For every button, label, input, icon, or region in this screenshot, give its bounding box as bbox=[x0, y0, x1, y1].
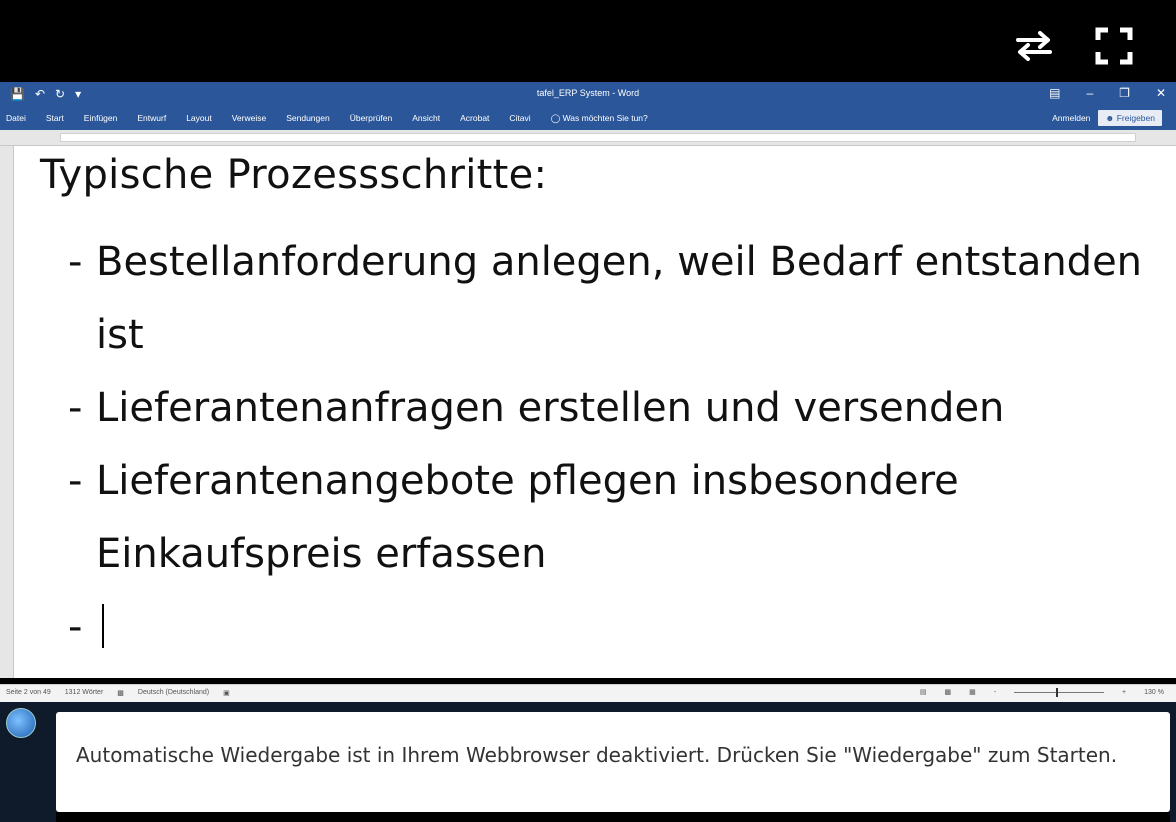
tab-ansicht[interactable]: Ansicht bbox=[412, 113, 440, 124]
tab-acrobat[interactable]: Acrobat bbox=[460, 113, 489, 124]
ribbon-display-icon[interactable]: ▤ bbox=[1049, 86, 1060, 100]
restore-icon[interactable]: ❐ bbox=[1119, 86, 1130, 100]
language-indicator[interactable]: Deutsch (Deutschland) bbox=[138, 689, 209, 697]
word-title-bar: 💾 ↶ ↻ ▾ tafel_ERP System - Word ▤ – ❐ ✕ bbox=[0, 82, 1176, 106]
list-item: - Lieferantenangebote pflegen insbesonde… bbox=[68, 445, 1168, 591]
tab-datei[interactable]: Datei bbox=[6, 113, 26, 124]
web-layout-icon[interactable]: ▦ bbox=[969, 688, 976, 696]
read-mode-icon[interactable]: ▤ bbox=[920, 688, 927, 696]
zoom-level[interactable]: 130 % bbox=[1144, 689, 1164, 696]
tab-start[interactable]: Start bbox=[46, 113, 64, 124]
window-controls: ▤ – ❐ ✕ bbox=[1049, 86, 1166, 100]
list-item-text: Bestellanforderung anlegen, weil Bedarf … bbox=[96, 239, 1143, 358]
list-item: - Lieferantenanfragen erstellen und vers… bbox=[68, 372, 1168, 445]
proofing-icon[interactable]: ▩ bbox=[117, 689, 124, 697]
ribbon: Datei Start Einfügen Entwurf Layout Verw… bbox=[0, 106, 1176, 130]
status-bar: Seite 2 von 49 1312 Wörter ▩ Deutsch (De… bbox=[0, 684, 1176, 702]
tab-layout[interactable]: Layout bbox=[186, 113, 212, 124]
tab-ueberpruefen[interactable]: Überprüfen bbox=[350, 113, 393, 124]
share-button[interactable]: ☻ Freigeben bbox=[1098, 110, 1162, 126]
ribbon-tabs: Datei Start Einfügen Entwurf Layout Verw… bbox=[6, 113, 648, 124]
list-item-text: Lieferantenanfragen erstellen und versen… bbox=[96, 385, 1005, 431]
zoom-in-button[interactable]: + bbox=[1122, 689, 1126, 696]
document-title: tafel_ERP System - Word bbox=[536, 88, 640, 98]
macro-icon[interactable]: ▣ bbox=[223, 689, 230, 697]
zoom-slider[interactable] bbox=[1014, 687, 1105, 697]
tell-me-label: Was möchten Sie tun? bbox=[562, 113, 648, 123]
tab-citavi[interactable]: Citavi bbox=[509, 113, 530, 124]
horizontal-ruler[interactable] bbox=[0, 130, 1176, 146]
bullet-dash: - bbox=[68, 239, 83, 285]
share-label: Freigeben bbox=[1116, 113, 1155, 123]
page-count[interactable]: Seite 2 von 49 bbox=[6, 689, 51, 697]
notice-bottom-bar bbox=[56, 812, 1170, 822]
tab-entwurf[interactable]: Entwurf bbox=[137, 113, 166, 124]
person-icon: ☻ bbox=[1105, 113, 1117, 123]
autoplay-notice: Automatische Wiedergabe ist in Ihrem Web… bbox=[56, 712, 1170, 812]
bullet-dash: - bbox=[68, 604, 83, 650]
bullet-dash: - bbox=[68, 458, 83, 504]
tab-verweise[interactable]: Verweise bbox=[232, 113, 267, 124]
tab-sendungen[interactable]: Sendungen bbox=[286, 113, 330, 124]
list-item: - bbox=[68, 591, 1168, 664]
status-right: ▤ ▩ ▦ - + 130 % bbox=[920, 687, 1164, 697]
video-player-bar bbox=[0, 0, 1176, 82]
bullet-list: - Bestellanforderung anlegen, weil Bedar… bbox=[68, 226, 1168, 664]
document-heading: Typische Prozessschritte: bbox=[40, 152, 548, 198]
list-item-text: Lieferantenangebote pflegen insbesondere… bbox=[96, 458, 959, 577]
ruler-scale bbox=[60, 133, 1136, 142]
vertical-ruler[interactable] bbox=[0, 146, 14, 678]
signin-link[interactable]: Anmelden bbox=[1052, 113, 1090, 123]
tab-einfuegen[interactable]: Einfügen bbox=[84, 113, 118, 124]
bullet-dash: - bbox=[68, 385, 83, 431]
ribbon-account: Anmelden ☻ Freigeben bbox=[1052, 110, 1162, 126]
start-button-icon[interactable] bbox=[6, 708, 36, 738]
swap-arrows-icon[interactable] bbox=[1010, 22, 1058, 70]
tell-me-search[interactable]: ◯ Was möchten Sie tun? bbox=[551, 113, 648, 124]
lightbulb-icon: ◯ bbox=[550, 113, 563, 123]
print-layout-icon[interactable]: ▩ bbox=[944, 688, 951, 696]
text-cursor bbox=[102, 604, 104, 648]
document-page[interactable]: Typische Prozessschritte: - Bestellanfor… bbox=[14, 146, 1176, 678]
minimize-icon[interactable]: – bbox=[1086, 86, 1093, 100]
status-left: Seite 2 von 49 1312 Wörter ▩ Deutsch (De… bbox=[6, 689, 230, 697]
list-item: - Bestellanforderung anlegen, weil Bedar… bbox=[68, 226, 1168, 372]
zoom-out-button[interactable]: - bbox=[994, 689, 996, 696]
fullscreen-icon[interactable] bbox=[1090, 22, 1138, 70]
autoplay-notice-text: Automatische Wiedergabe ist in Ihrem Web… bbox=[76, 743, 1118, 767]
close-icon[interactable]: ✕ bbox=[1156, 86, 1166, 100]
word-count[interactable]: 1312 Wörter bbox=[65, 689, 104, 697]
